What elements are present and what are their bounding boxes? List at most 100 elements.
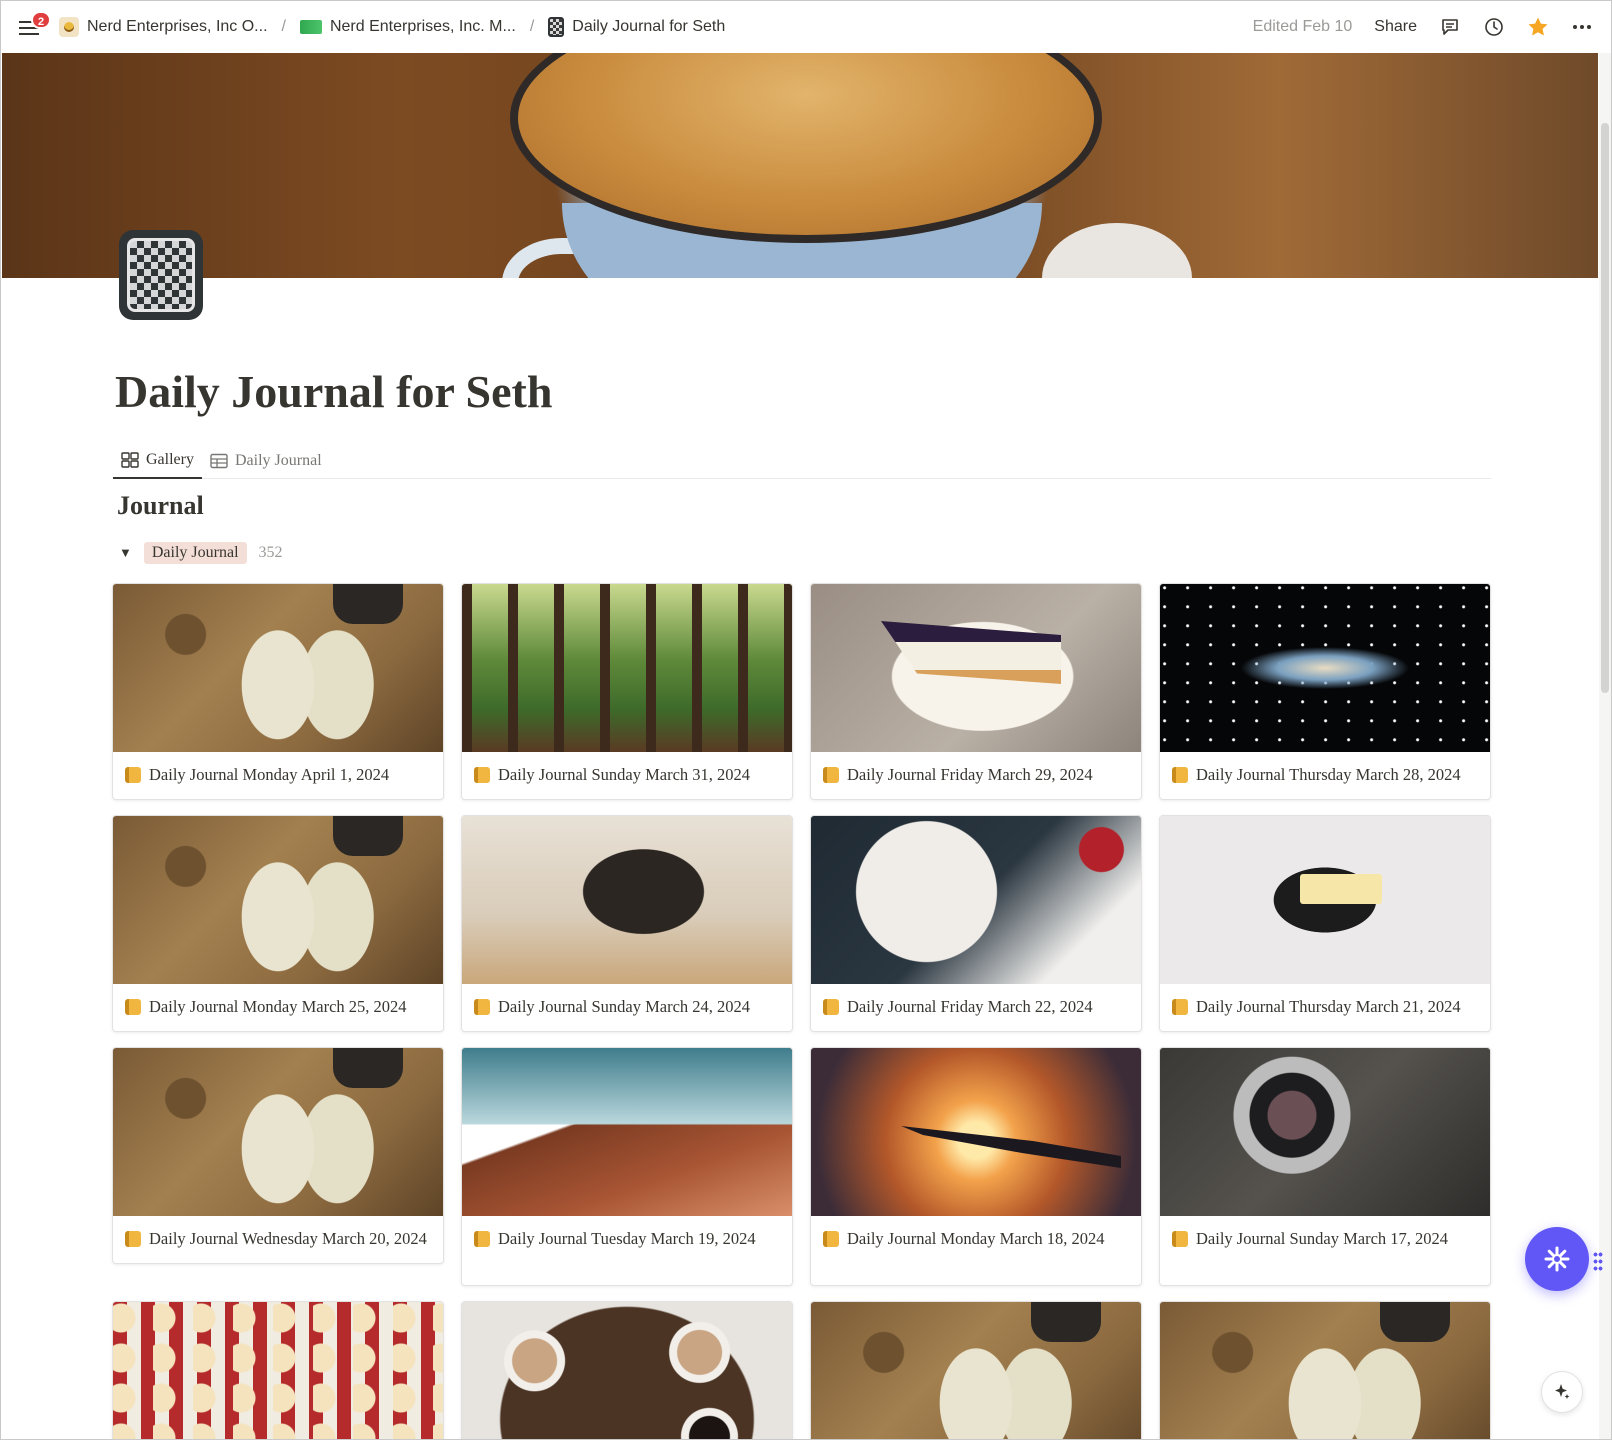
notebook-icon	[823, 1231, 839, 1247]
breadcrumb: Nerd Enterprises, Inc O... / Nerd Enterp…	[53, 1, 731, 53]
group-label[interactable]: Daily Journal	[143, 542, 247, 564]
money-icon	[299, 20, 322, 34]
more-options-button[interactable]	[1571, 16, 1593, 38]
app-window: 2 Nerd Enterprises, Inc O... / Nerd Ente…	[0, 0, 1612, 1440]
breadcrumb-label: Daily Journal for Seth	[572, 18, 726, 35]
card-cover-image	[462, 816, 792, 984]
tab-daily-journal[interactable]: Daily Journal	[202, 437, 330, 479]
card-title: Daily Journal Tuesday March 19, 2024	[498, 1229, 756, 1248]
ai-sparkle-button[interactable]	[1541, 1371, 1583, 1413]
notebook-icon	[474, 767, 490, 783]
notebook-icon	[125, 767, 141, 783]
workspace-emoji-icon	[59, 17, 79, 37]
comments-button[interactable]	[1439, 16, 1461, 38]
top-actions: Edited Feb 10 Share	[1253, 1, 1593, 53]
favorite-button[interactable]	[1527, 16, 1549, 38]
gallery-card[interactable]: Daily Journal Tuesday March 19, 2024	[461, 1047, 793, 1286]
gallery-card[interactable]: Daily Journal Thursday March 28, 2024	[1159, 583, 1491, 800]
notebook-icon	[125, 999, 141, 1015]
ellipsis-icon	[1573, 25, 1591, 29]
notification-badge: 2	[31, 11, 51, 29]
share-button[interactable]: Share	[1374, 18, 1417, 36]
table-icon	[210, 453, 228, 469]
gallery-card[interactable]: Daily Journal Monday March 25, 2024	[112, 815, 444, 1032]
card-cover-image	[1160, 584, 1490, 752]
card-cover-image	[462, 584, 792, 752]
card-title: Daily Journal Sunday March 24, 2024	[498, 997, 751, 1016]
card-cover-image	[1160, 1302, 1490, 1439]
tab-gallery[interactable]: Gallery	[113, 437, 202, 479]
menu-icon-bar	[19, 33, 39, 35]
card-title: Daily Journal Wednesday March 20, 2024	[149, 1229, 427, 1248]
top-bar: 2 Nerd Enterprises, Inc O... / Nerd Ente…	[1, 1, 1611, 53]
breadcrumb-separator: /	[529, 18, 535, 35]
gallery-card[interactable]: Daily Journal Sunday March 24, 2024	[461, 815, 793, 1032]
cover-saucer	[1042, 223, 1192, 278]
card-title: Daily Journal Monday April 1, 2024	[149, 765, 390, 784]
sidebar-menu-button[interactable]: 2	[19, 11, 51, 39]
gallery-card[interactable]	[112, 1301, 444, 1439]
card-title: Daily Journal Friday March 22, 2024	[847, 997, 1093, 1016]
card-title: Daily Journal Thursday March 28, 2024	[1196, 765, 1461, 784]
scrollbar-thumb[interactable]	[1601, 123, 1609, 693]
gallery-card[interactable]: Daily Journal Friday March 22, 2024	[810, 815, 1142, 1032]
ai-assistant-button[interactable]	[1525, 1227, 1589, 1291]
notebook-icon	[548, 17, 565, 37]
notebook-icon	[474, 1231, 490, 1247]
card-cover-image	[462, 1302, 792, 1439]
card-cover-image	[1160, 816, 1490, 984]
sparkle-icon	[1555, 1384, 1570, 1399]
database-title[interactable]: Journal	[117, 491, 204, 521]
star-icon	[1528, 17, 1548, 36]
group-count: 352	[258, 544, 283, 561]
notebook-icon	[127, 238, 195, 312]
gallery-card[interactable]	[461, 1301, 793, 1439]
card-cover-image	[113, 1048, 443, 1216]
card-cover-image	[811, 584, 1141, 752]
updates-button[interactable]	[1483, 16, 1505, 38]
gallery-card[interactable]	[1159, 1301, 1491, 1439]
comment-icon	[1442, 19, 1458, 35]
notebook-icon	[1172, 1231, 1188, 1247]
gallery-card[interactable]: Daily Journal Friday March 29, 2024	[810, 583, 1142, 800]
card-title: Daily Journal Sunday March 31, 2024	[498, 765, 751, 784]
card-cover-image	[462, 1048, 792, 1216]
notebook-icon	[823, 767, 839, 783]
gallery-card[interactable]: Daily Journal Monday March 18, 2024	[810, 1047, 1142, 1286]
card-cover-image	[113, 1302, 443, 1439]
drag-handle-icon[interactable]	[1593, 1251, 1603, 1273]
gallery-card[interactable]: Daily Journal Thursday March 21, 2024	[1159, 815, 1491, 1032]
gallery-card[interactable]: Daily Journal Sunday March 17, 2024	[1159, 1047, 1491, 1286]
group-header: ▼ Daily Journal 352	[119, 542, 283, 564]
notebook-icon	[474, 999, 490, 1015]
notebook-icon	[1172, 767, 1188, 783]
card-title: Daily Journal Friday March 29, 2024	[847, 765, 1093, 784]
tab-label: Daily Journal	[234, 452, 322, 469]
clock-icon	[1485, 18, 1503, 36]
card-cover-image	[811, 1302, 1141, 1439]
breadcrumb-label: Nerd Enterprises, Inc O...	[87, 18, 268, 35]
card-title: Daily Journal Thursday March 21, 2024	[1196, 997, 1461, 1016]
page-cover-image[interactable]	[2, 53, 1598, 278]
card-title: Daily Journal Monday March 25, 2024	[149, 997, 407, 1016]
breadcrumb-parent-page[interactable]: Nerd Enterprises, Inc. M...	[294, 14, 522, 40]
notebook-icon	[1172, 999, 1188, 1015]
view-tabs: Gallery Daily Journal	[113, 437, 1491, 479]
vertical-scrollbar[interactable]	[1599, 53, 1611, 1439]
sparkle-icon	[1544, 1246, 1570, 1272]
gallery-card[interactable]	[810, 1301, 1142, 1439]
gallery-card[interactable]: Daily Journal Wednesday March 20, 2024	[112, 1047, 444, 1264]
card-cover-image	[113, 584, 443, 752]
breadcrumb-separator: /	[281, 18, 286, 35]
breadcrumb-current-page[interactable]: Daily Journal for Seth	[542, 13, 731, 41]
card-title: Daily Journal Monday March 18, 2024	[847, 1229, 1105, 1248]
breadcrumb-workspace[interactable]: Nerd Enterprises, Inc O...	[53, 13, 274, 41]
page-icon[interactable]	[119, 230, 203, 320]
collapse-caret-icon[interactable]: ▼	[119, 545, 132, 561]
tab-label: Gallery	[146, 451, 194, 468]
gallery-card[interactable]: Daily Journal Monday April 1, 2024	[112, 583, 444, 800]
page-title[interactable]: Daily Journal for Seth	[115, 365, 552, 418]
notebook-icon	[823, 999, 839, 1015]
card-cover-image	[811, 816, 1141, 984]
gallery-card[interactable]: Daily Journal Sunday March 31, 2024	[461, 583, 793, 800]
